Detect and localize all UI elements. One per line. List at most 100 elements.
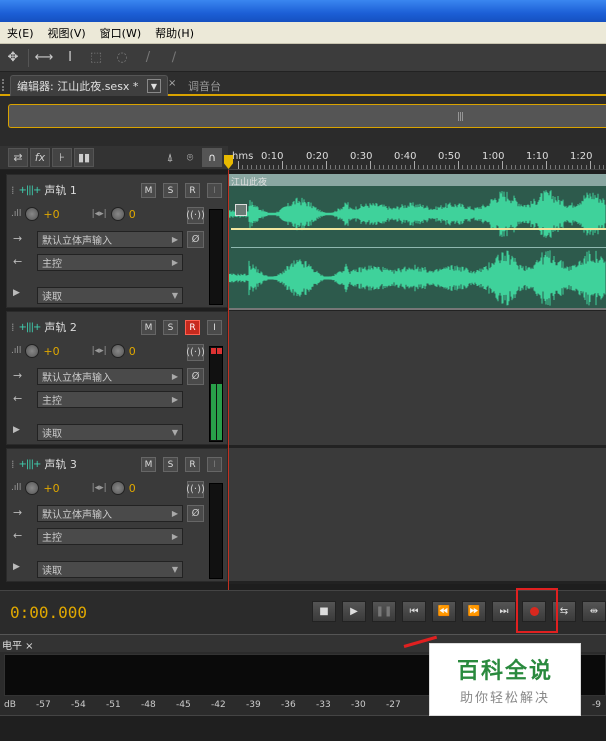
skip-button[interactable]: ⇹ (582, 601, 606, 622)
expand-icon[interactable]: ▶ (13, 562, 20, 572)
menu-window[interactable]: 窗口(W) (93, 25, 148, 41)
record-button-highlight (516, 588, 558, 633)
ruler-tick (260, 165, 261, 169)
record-arm-button[interactable]: R (185, 183, 200, 198)
pan-value[interactable]: 0 (129, 482, 136, 495)
record-arm-button[interactable]: R (185, 457, 200, 472)
monitor-input-button[interactable]: I (207, 183, 222, 198)
solo-button[interactable]: S (163, 457, 178, 472)
track-lane-3[interactable] (229, 448, 606, 584)
ruler-tick (374, 165, 376, 169)
pan-value[interactable]: 0 (129, 208, 136, 221)
track-lane-1[interactable]: 江山此夜 (229, 174, 606, 311)
rewind-button[interactable]: ⏪ (432, 601, 456, 622)
audio-clip[interactable]: 江山此夜 (229, 174, 606, 310)
timestretch-icon[interactable]: ⌾ (180, 148, 200, 167)
stereo-icon[interactable]: ((·)) (186, 481, 205, 498)
track-grip-icon[interactable]: ⁞ (11, 184, 15, 197)
tab-mixer[interactable]: 调音台 (180, 76, 240, 95)
scale-label: dB (4, 700, 16, 710)
phase-invert-icon[interactable]: Ø (187, 505, 204, 522)
monitor-input-button[interactable]: I (207, 320, 222, 335)
menu-help[interactable]: 帮助(H) (148, 25, 201, 41)
effects-fx-icon[interactable]: fx (30, 148, 50, 167)
volume-value[interactable]: +0 (43, 482, 59, 495)
fade-in-handle[interactable] (235, 204, 247, 216)
tab-levels[interactable]: 电平 × (2, 637, 34, 652)
go-to-end-button[interactable]: ⏭ (492, 601, 516, 622)
volume-knob[interactable] (25, 481, 40, 495)
stereo-icon[interactable]: ((·)) (186, 207, 205, 224)
headphones-icon[interactable]: ∩ (202, 148, 222, 167)
menu-view[interactable]: 视图(V) (41, 25, 93, 41)
marquee-tool-icon[interactable]: ⬚ (85, 48, 107, 68)
phase-invert-icon[interactable]: Ø (187, 231, 204, 248)
time-selection-tool-icon[interactable]: ⟷ (33, 48, 55, 68)
phase-invert-icon[interactable]: Ø (187, 368, 204, 385)
panel-grip[interactable] (2, 79, 6, 91)
volume-value[interactable]: +0 (43, 208, 59, 221)
output-select[interactable]: 主控 ▶ (37, 528, 183, 545)
volume-envelope[interactable] (231, 228, 606, 230)
fast-forward-button[interactable]: ⏩ (462, 601, 486, 622)
track-name[interactable]: 声轨 2 (44, 319, 77, 335)
ibeam-tool-icon[interactable]: I (59, 48, 81, 68)
stop-button[interactable]: ■ (312, 601, 336, 622)
expand-icon[interactable]: ▶ (13, 288, 20, 298)
tab-menu-dropdown-icon[interactable]: ▼ (147, 79, 161, 93)
ruler-tick (532, 165, 534, 169)
timecode-display[interactable]: 0:00.000 (10, 603, 87, 622)
output-select[interactable]: 主控 ▶ (37, 391, 183, 408)
input-select[interactable]: 默认立体声输入 ▶ (37, 368, 183, 385)
track-grip-icon[interactable]: ⁞ (11, 321, 15, 334)
input-select[interactable]: 默认立体声输入 ▶ (37, 505, 183, 522)
track-grip-icon[interactable]: ⁞ (11, 458, 15, 471)
go-to-start-button[interactable]: ⏮ (402, 601, 426, 622)
volume-value[interactable]: +0 (43, 345, 59, 358)
play-button[interactable]: ▶ (342, 601, 366, 622)
time-ruler[interactable]: hms 0:10 0:20 0:30 0:40 0:50 1:00 1:10 1… (228, 146, 606, 170)
track-name[interactable]: 声轨 1 (44, 182, 77, 198)
navigator-grip-icon[interactable]: ||| (457, 112, 464, 122)
pan-knob[interactable] (110, 481, 125, 495)
automation-mode-select[interactable]: 读取 ▼ (37, 561, 183, 578)
window-title-bar (0, 0, 606, 22)
brush-tool-icon[interactable]: / (137, 48, 159, 68)
expand-icon[interactable]: ▶ (13, 425, 20, 435)
menu-edit[interactable]: 夹(E) (0, 25, 41, 41)
volume-knob[interactable] (25, 344, 40, 358)
solo-button[interactable]: S (163, 183, 178, 198)
clip-title-bar[interactable] (229, 174, 606, 186)
monitor-input-button[interactable]: I (207, 457, 222, 472)
mute-button[interactable]: M (141, 320, 156, 335)
solo-button[interactable]: S (163, 320, 178, 335)
move-tool-icon[interactable]: ✥ (2, 48, 24, 68)
automation-mode-select[interactable]: 读取 ▼ (37, 424, 183, 441)
output-select[interactable]: 主控 ▶ (37, 254, 183, 271)
tab-editor[interactable]: 编辑器: 江山此夜.sesx * ▼ (10, 75, 168, 96)
eq-icon[interactable]: ▮▮ (74, 148, 94, 167)
volume-knob[interactable] (25, 207, 40, 221)
pan-knob[interactable] (110, 207, 125, 221)
input-select[interactable]: 默认立体声输入 ▶ (37, 231, 183, 248)
pan-knob[interactable] (110, 344, 125, 358)
track-title-row: ⁞ +|||+ 声轨 1 (11, 181, 77, 199)
record-arm-button[interactable]: R (185, 320, 200, 335)
inputs-outputs-icon[interactable]: ⇄ (8, 148, 28, 167)
automation-mode-select[interactable]: 读取 ▼ (37, 287, 183, 304)
metronome-icon[interactable]: ⍋ (160, 148, 180, 167)
ruler-tick (299, 165, 301, 169)
track-name[interactable]: 声轨 3 (44, 456, 77, 472)
mute-button[interactable]: M (141, 183, 156, 198)
pause-button[interactable]: ❚❚ (372, 601, 396, 622)
stereo-icon[interactable]: ((·)) (186, 344, 205, 361)
zoom-navigator-bar[interactable]: ||| (8, 104, 606, 128)
tab-close-icon[interactable]: × (168, 78, 176, 89)
track-lane-2[interactable] (229, 311, 606, 448)
lasso-tool-icon[interactable]: ◌ (111, 48, 133, 68)
ruler-tick (264, 165, 266, 169)
healing-brush-icon[interactable]: ∕ (163, 48, 185, 68)
mute-button[interactable]: M (141, 457, 156, 472)
pan-value[interactable]: 0 (129, 345, 136, 358)
sends-icon[interactable]: ⊦ (52, 148, 72, 167)
